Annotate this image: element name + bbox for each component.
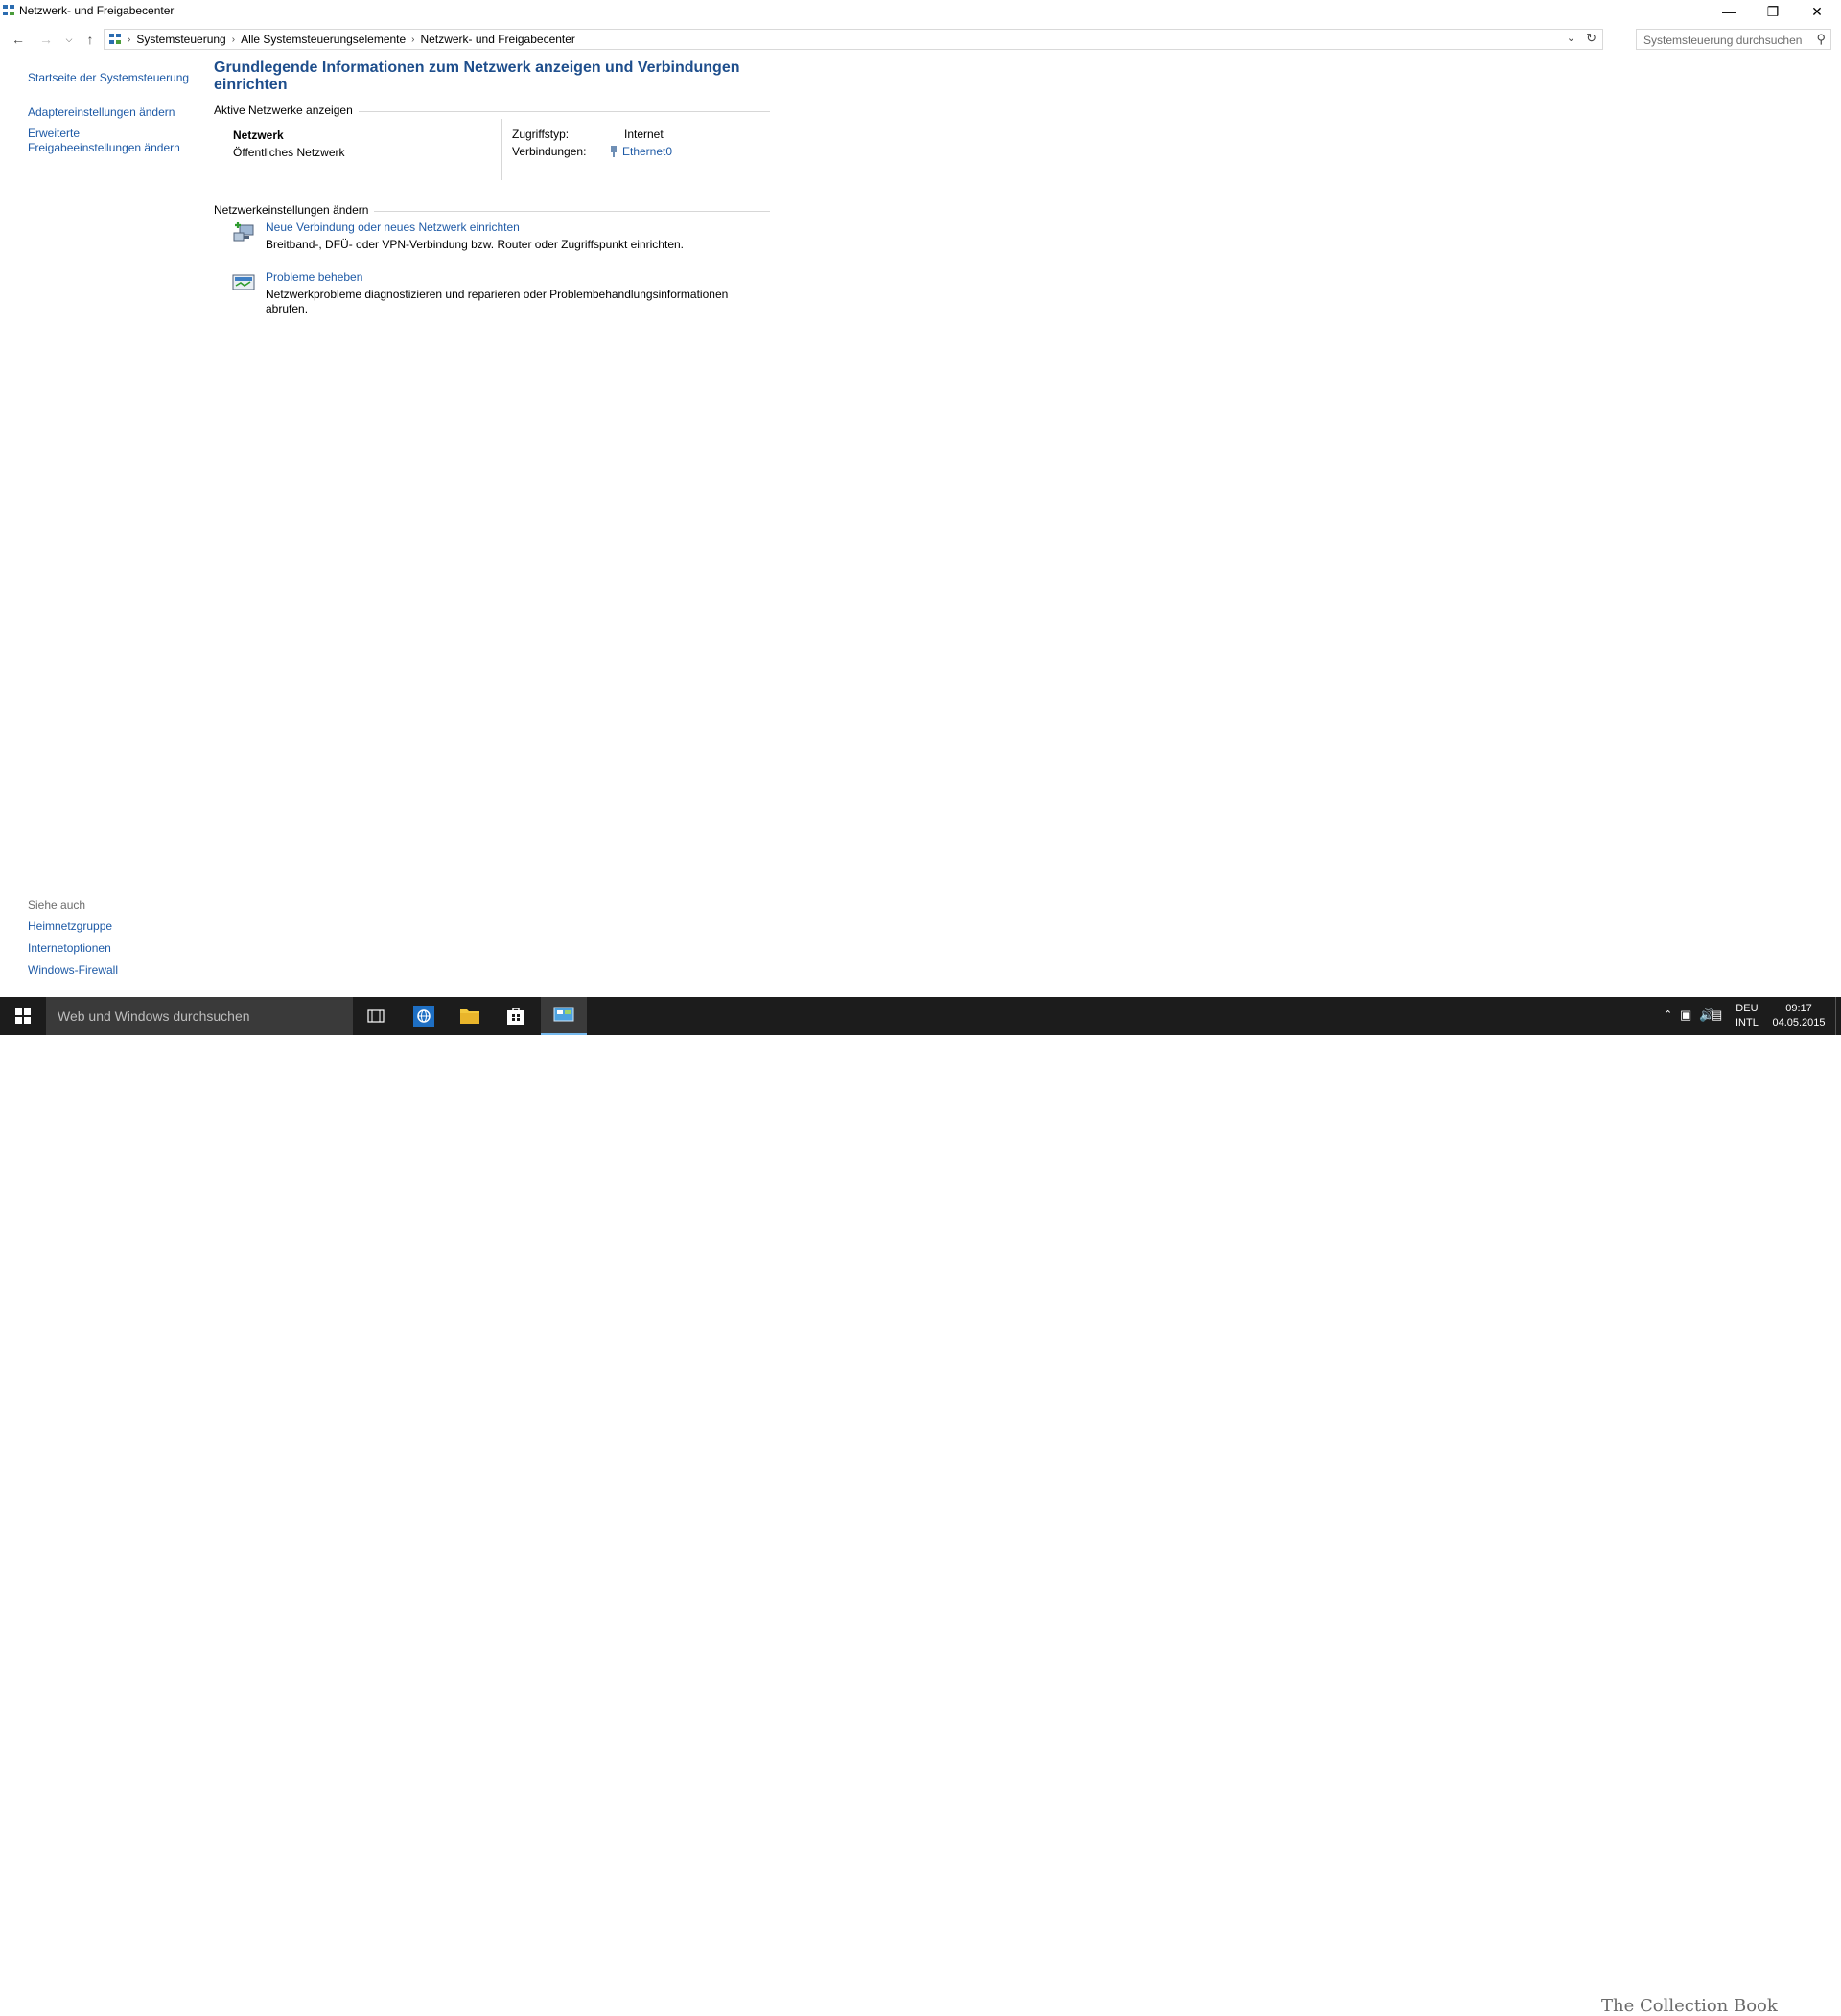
task-view-button[interactable] bbox=[353, 997, 399, 1035]
search-input[interactable]: Systemsteuerung durchsuchen ⚲ bbox=[1636, 29, 1831, 50]
link-windows-firewall[interactable]: Windows-Firewall bbox=[28, 963, 118, 977]
action-center-icon[interactable]: ▤ bbox=[1711, 1008, 1722, 1046]
taskbar-app-store[interactable] bbox=[493, 997, 539, 1035]
control-panel-icon bbox=[109, 34, 121, 44]
up-arrow-icon: ↑ bbox=[86, 32, 94, 47]
folder-icon bbox=[460, 1009, 479, 1024]
task-title-link[interactable]: Neue Verbindung oder neues Netzwerk einr… bbox=[266, 220, 520, 234]
taskbar-search[interactable]: Web und Windows durchsuchen bbox=[46, 997, 353, 1035]
address-dropdown-icon[interactable]: ⌄ bbox=[1567, 32, 1575, 44]
section-title: Netzwerkeinstellungen ändern bbox=[214, 203, 375, 217]
restore-icon: ❐ bbox=[1766, 3, 1780, 19]
refresh-icon[interactable]: ↻ bbox=[1586, 31, 1596, 46]
show-desktop-button[interactable] bbox=[1835, 997, 1841, 1035]
taskbar-app-browser[interactable] bbox=[401, 997, 447, 1035]
troubleshoot-icon bbox=[232, 274, 255, 290]
minimize-button[interactable]: — bbox=[1707, 0, 1751, 23]
control-panel-icon bbox=[553, 1007, 574, 1022]
title-bar: Netzwerk- und Freigabecenter — ❐ ✕ bbox=[0, 0, 1841, 23]
network-name: Netzwerk bbox=[233, 128, 284, 142]
task-title-link[interactable]: Probleme beheben bbox=[266, 270, 362, 284]
browser-icon bbox=[413, 1006, 434, 1027]
breadcrumb-item[interactable]: Netzwerk- und Freigabecenter bbox=[421, 33, 575, 46]
taskbar-app-explorer[interactable] bbox=[447, 997, 493, 1035]
windows-logo-icon bbox=[15, 1008, 31, 1024]
change-settings-section: Netzwerkeinstellungen ändern bbox=[214, 203, 770, 219]
main-content: Grundlegende Informationen zum Netzwerk … bbox=[214, 59, 770, 316]
taskbar-search-placeholder: Web und Windows durchsuchen bbox=[58, 1008, 250, 1024]
tray-overflow-icon[interactable]: ⌃ bbox=[1664, 1008, 1672, 1047]
task-description: Breitband-, DFÜ- oder VPN-Verbindung bzw… bbox=[266, 238, 684, 251]
active-network-box: Netzwerk Öffentliches Netzwerk Zugriffst… bbox=[214, 119, 770, 182]
section-title: Aktive Netzwerke anzeigen bbox=[214, 104, 359, 117]
see-also-header: Siehe auch bbox=[28, 898, 86, 912]
network-tray-icon[interactable]: ▣ bbox=[1680, 1008, 1691, 1046]
active-networks-section: Aktive Netzwerke anzeigen bbox=[214, 104, 770, 119]
task-description: Netzwerkprobleme diagnostizieren und rep… bbox=[266, 288, 729, 315]
forward-arrow-icon: → bbox=[39, 32, 53, 47]
back-arrow-icon: ← bbox=[12, 32, 25, 47]
language-code: DEU bbox=[1736, 1003, 1759, 1014]
link-homegroup[interactable]: Heimnetzgruppe bbox=[28, 919, 118, 933]
address-bar[interactable]: › Systemsteuerung › Alle Systemsteuerung… bbox=[104, 29, 1603, 50]
task-new-connection: Neue Verbindung oder neues Netzwerk einr… bbox=[214, 220, 770, 257]
link-advanced-sharing-settings[interactable]: Erweiterte Freigabeeinstellungen ändern bbox=[28, 127, 191, 155]
network-type[interactable]: Öffentliches Netzwerk bbox=[233, 146, 345, 159]
page-title: Grundlegende Informationen zum Netzwerk … bbox=[214, 59, 740, 93]
connection-name[interactable]: Ethernet0 bbox=[622, 145, 672, 158]
window-title: Netzwerk- und Freigabecenter bbox=[19, 4, 175, 17]
see-also-section: Siehe auch Heimnetzgruppe Internetoption… bbox=[28, 898, 118, 985]
watermark-text: The Collection Book bbox=[1601, 1996, 1778, 2016]
taskbar: Web und Windows durchsuchen The Collecti… bbox=[0, 997, 1841, 2016]
network-center-icon bbox=[3, 5, 14, 15]
left-pane: Startseite der Systemsteuerung Adapterei… bbox=[28, 71, 200, 155]
clock-date: 04.05.2015 bbox=[1772, 1017, 1826, 1029]
close-button[interactable]: ✕ bbox=[1795, 0, 1839, 23]
minimize-icon: — bbox=[1722, 4, 1736, 19]
task-view-icon bbox=[367, 1009, 385, 1023]
forward-button[interactable]: → bbox=[37, 31, 55, 48]
access-type-value: Internet bbox=[624, 127, 664, 141]
up-button[interactable]: ↑ bbox=[82, 31, 99, 48]
chevron-right-icon: › bbox=[128, 34, 131, 45]
language-indicator[interactable]: DEU INTL bbox=[1736, 1002, 1759, 1040]
back-button[interactable]: ← bbox=[10, 31, 27, 48]
clock-time: 09:17 bbox=[1785, 1003, 1812, 1014]
access-type-label: Zugriffstyp: bbox=[512, 127, 570, 141]
taskbar-app-control-panel[interactable] bbox=[541, 997, 587, 1035]
navigation-bar: ← → ⌵ ↑ › Systemsteuerung › Alle Systems… bbox=[0, 27, 1841, 52]
breadcrumb: › Systemsteuerung › Alle Systemsteuerung… bbox=[108, 33, 581, 46]
recent-locations-button[interactable]: ⌵ bbox=[60, 31, 78, 48]
link-change-adapter-settings[interactable]: Adaptereinstellungen ändern bbox=[28, 105, 200, 119]
search-placeholder: Systemsteuerung durchsuchen bbox=[1643, 34, 1803, 47]
store-icon bbox=[507, 1008, 524, 1025]
link-internet-options[interactable]: Internetoptionen bbox=[28, 941, 118, 955]
clock[interactable]: 09:17 04.05.2015 bbox=[1770, 1002, 1828, 1040]
breadcrumb-item[interactable]: Alle Systemsteuerungselemente bbox=[241, 33, 406, 46]
divider bbox=[501, 119, 502, 180]
restore-button[interactable]: ❐ bbox=[1751, 0, 1795, 23]
search-icon[interactable]: ⚲ bbox=[1816, 32, 1826, 47]
chevron-right-icon: › bbox=[231, 34, 236, 45]
ethernet-icon bbox=[611, 146, 617, 157]
link-control-panel-home[interactable]: Startseite der Systemsteuerung bbox=[28, 71, 200, 84]
breadcrumb-item[interactable]: Systemsteuerung bbox=[136, 33, 225, 46]
close-icon: ✕ bbox=[1811, 3, 1823, 19]
connections-label: Verbindungen: bbox=[512, 145, 587, 158]
new-connection-icon bbox=[233, 222, 254, 242]
keyboard-layout: INTL bbox=[1736, 1017, 1759, 1029]
chevron-right-icon: › bbox=[411, 34, 415, 45]
chevron-down-icon: ⌵ bbox=[65, 34, 73, 44]
task-troubleshoot: Probleme beheben Netzwerkprobleme diagno… bbox=[214, 270, 770, 316]
connection-link[interactable]: Ethernet0 bbox=[609, 145, 672, 158]
start-button[interactable] bbox=[0, 997, 46, 1035]
